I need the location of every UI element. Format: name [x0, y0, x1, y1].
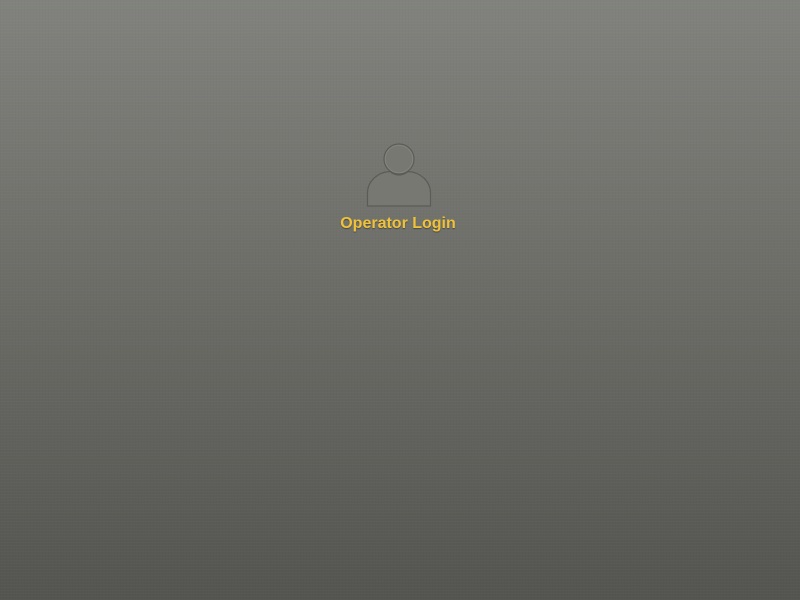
login-screen: { "login": { "user_label": "Operator Log… [0, 0, 800, 600]
operator-login-tile[interactable]: Operator Login [330, 138, 470, 238]
background-texture [0, 0, 800, 600]
operator-login-label[interactable]: Operator Login [330, 214, 466, 234]
user-silhouette-icon[interactable] [366, 141, 432, 207]
